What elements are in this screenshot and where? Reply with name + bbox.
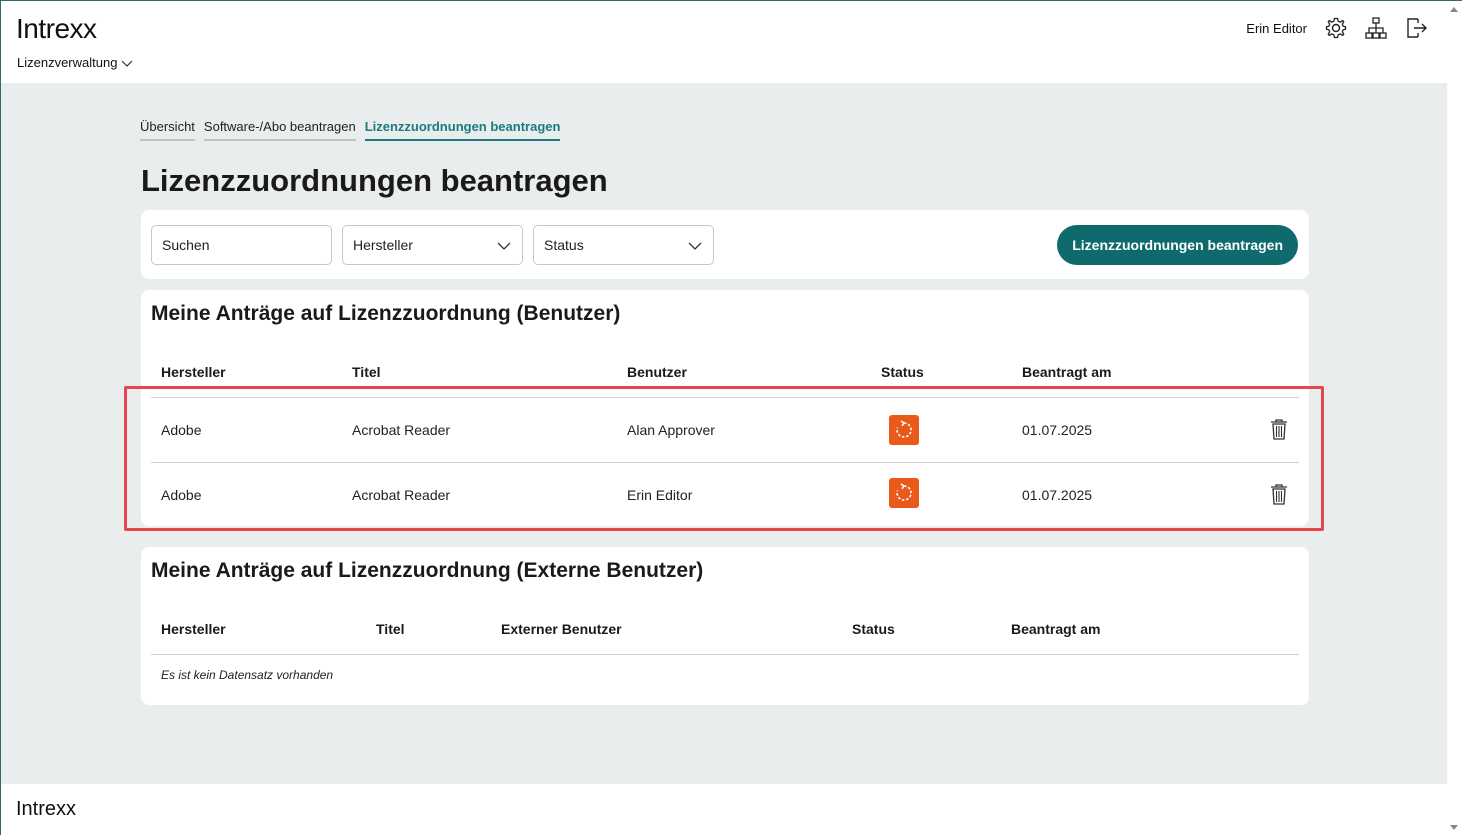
users-requests-card: Meine Anträge auf Lizenzzuordnung (Benut… (141, 290, 1309, 526)
external-section-title: Meine Anträge auf Lizenzzuordnung (Exter… (151, 559, 704, 582)
request-license-assignment-button[interactable]: Lizenzzuordnungen beantragen (1057, 225, 1298, 265)
gear-icon (1325, 17, 1347, 39)
status-pending-badge (889, 478, 919, 508)
chevron-down-icon (688, 242, 702, 250)
cell-requested-on: 01.07.2025 (1022, 422, 1093, 438)
header-divider (151, 654, 1299, 655)
column-header-requested-on[interactable]: Beantragt am (1022, 364, 1111, 380)
filter-bar: Hersteller Status Lizenzzuordnungen bean… (141, 210, 1309, 279)
column-header-requested-on[interactable]: Beantragt am (1011, 621, 1100, 637)
trash-icon[interactable] (1269, 483, 1289, 505)
header-divider (151, 397, 1299, 398)
search-field[interactable] (151, 225, 332, 265)
app-nav-dropdown[interactable]: Lizenzverwaltung (17, 55, 133, 70)
refresh-icon (896, 420, 912, 438)
chevron-down-icon (497, 242, 511, 250)
status-select-label: Status (544, 237, 584, 253)
manufacturer-select[interactable]: Hersteller (342, 225, 523, 265)
cell-title: Acrobat Reader (352, 422, 451, 438)
external-users-requests-card: Meine Anträge auf Lizenzzuordnung (Exter… (141, 547, 1309, 705)
cell-requested-on: 01.07.2025 (1022, 487, 1093, 503)
column-header-status[interactable]: Status (881, 364, 924, 380)
column-header-manufacturer[interactable]: Hersteller (161, 621, 226, 637)
user-toolbar: Erin Editor (1246, 15, 1429, 41)
cell-title: Acrobat Reader (352, 487, 451, 503)
scroll-down-arrow-icon[interactable] (1450, 825, 1458, 830)
tab-software-request[interactable]: Software-/Abo beantragen (203, 119, 356, 141)
column-header-status[interactable]: Status (852, 621, 895, 637)
tab-license-assignment-request[interactable]: Lizenzzuordnungen beantragen (364, 119, 561, 141)
tab-bar: Übersicht Software-/Abo beantragen Lizen… (140, 119, 561, 141)
app-nav-label: Lizenzverwaltung (17, 55, 118, 70)
status-select[interactable]: Status (533, 225, 714, 265)
page-title: Lizenzzuordnungen beantragen (141, 163, 608, 198)
footer: Intrexx (1, 784, 1447, 835)
column-header-external-user[interactable]: Externer Benutzer (501, 621, 622, 637)
column-header-title[interactable]: Titel (376, 621, 405, 637)
cell-manufacturer: Adobe (161, 422, 202, 438)
manufacturer-select-label: Hersteller (353, 237, 413, 253)
header: Intrexx Lizenzverwaltung Erin Editor (1, 1, 1447, 83)
sitemap-button[interactable] (1363, 15, 1389, 41)
status-pending-badge (889, 415, 919, 445)
tab-overview[interactable]: Übersicht (140, 119, 195, 141)
refresh-icon (896, 483, 912, 501)
column-header-title[interactable]: Titel (352, 364, 381, 380)
cell-user: Alan Approver (627, 422, 715, 438)
logout-icon (1407, 18, 1427, 38)
scroll-up-arrow-icon[interactable] (1450, 7, 1458, 12)
column-header-manufacturer[interactable]: Hersteller (161, 364, 226, 380)
trash-icon[interactable] (1269, 418, 1289, 440)
vertical-scrollbar[interactable] (1447, 1, 1462, 835)
sitemap-icon (1365, 17, 1387, 39)
logout-button[interactable] (1403, 15, 1429, 41)
intrexx-logo[interactable]: Intrexx (16, 13, 97, 45)
cell-manufacturer: Adobe (161, 487, 202, 503)
footer-logo: Intrexx (16, 798, 77, 820)
users-section-title: Meine Anträge auf Lizenzzuordnung (Benut… (151, 302, 621, 325)
search-input[interactable] (162, 237, 331, 253)
settings-button[interactable] (1323, 15, 1349, 41)
column-header-user[interactable]: Benutzer (627, 364, 687, 380)
row-divider (151, 462, 1299, 463)
cell-user: Erin Editor (627, 487, 693, 503)
main-content: Übersicht Software-/Abo beantragen Lizen… (1, 83, 1447, 784)
username[interactable]: Erin Editor (1246, 21, 1307, 36)
chevron-down-icon (122, 60, 133, 67)
empty-state-text: Es ist kein Datensatz vorhanden (161, 668, 334, 682)
